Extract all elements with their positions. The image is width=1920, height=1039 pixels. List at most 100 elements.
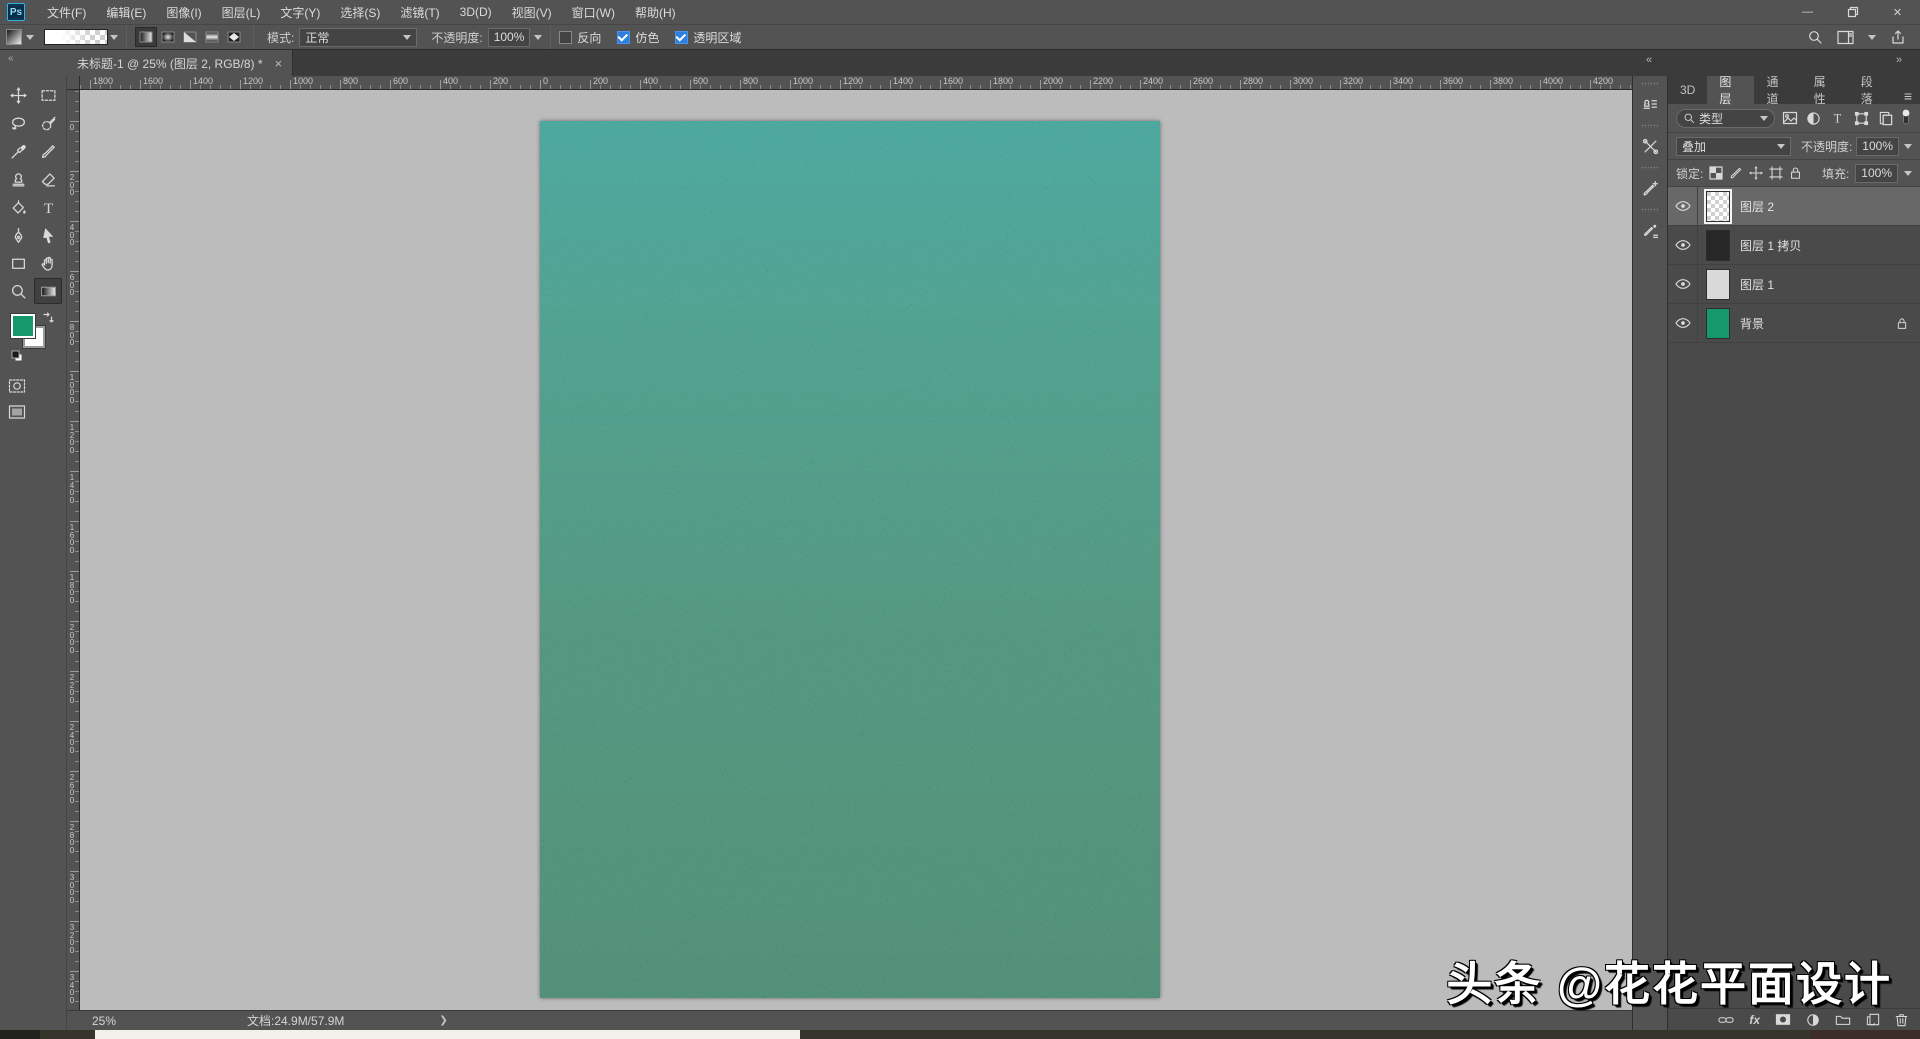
tool-preset-swatch[interactable]	[6, 29, 22, 45]
tab-layers[interactable]: 图层	[1707, 76, 1754, 104]
tool-rectangle[interactable]	[4, 250, 32, 276]
search-icon[interactable]	[1807, 29, 1823, 45]
minimize-button[interactable]: —	[1785, 0, 1830, 25]
diamond-gradient-button[interactable]	[223, 27, 245, 47]
new-layer-icon[interactable]	[1866, 1013, 1880, 1026]
menu-item[interactable]: 窗口(W)	[562, 0, 625, 25]
filtering-toggle[interactable]	[1900, 108, 1912, 129]
dock-drag-handle[interactable]	[1641, 208, 1659, 212]
reflected-gradient-button[interactable]	[201, 27, 223, 47]
tool-quick-select[interactable]	[34, 110, 62, 136]
tool-preset-chevron-icon[interactable]	[26, 35, 34, 40]
layer-visibility-toggle[interactable]	[1668, 226, 1698, 264]
tab-properties[interactable]: 属性	[1802, 76, 1849, 104]
zoom-level-field[interactable]: 25%	[92, 1014, 152, 1028]
layer-visibility-toggle[interactable]	[1668, 304, 1698, 342]
screen-mode-icon[interactable]	[8, 404, 26, 420]
canvas[interactable]	[540, 121, 1160, 998]
toolbar-collapse[interactable]: «	[0, 50, 67, 76]
reverse-checkbox[interactable]: 反向	[559, 29, 601, 46]
lock-all-icon[interactable]	[1789, 166, 1802, 180]
layer-blend-mode-select[interactable]: 叠加	[1676, 137, 1791, 156]
tool-brush[interactable]	[34, 138, 62, 164]
dockstrip-expand[interactable]: «	[1646, 54, 1650, 66]
layer-row[interactable]: 图层 1 拷贝	[1668, 226, 1920, 265]
lock-pixels-icon[interactable]	[1729, 166, 1743, 180]
layer-row[interactable]: 图层 2	[1668, 187, 1920, 226]
fill-input[interactable]: 100%	[1855, 164, 1898, 183]
gradient-editor-preview[interactable]	[44, 29, 108, 45]
tool-gradient[interactable]	[34, 278, 62, 304]
layer-visibility-toggle[interactable]	[1668, 187, 1698, 225]
filter-pixel-layers-button[interactable]	[1780, 109, 1799, 128]
filter-adjustment-layers-button[interactable]	[1804, 109, 1823, 128]
brush-presets-panel-button[interactable]	[1636, 216, 1664, 244]
tool-pen[interactable]	[4, 222, 32, 248]
layer-opacity-input[interactable]: 100%	[1856, 137, 1899, 156]
add-mask-icon[interactable]	[1775, 1013, 1791, 1026]
share-icon[interactable]	[1890, 29, 1906, 45]
tool-clone-stamp[interactable]	[4, 166, 32, 192]
default-colors-icon[interactable]	[11, 350, 23, 362]
swap-colors-icon[interactable]	[42, 312, 55, 325]
menu-item[interactable]: 选择(S)	[330, 0, 390, 25]
menu-item[interactable]: 3D(D)	[450, 0, 502, 25]
layer-thumbnail[interactable]	[1706, 308, 1730, 339]
status-options-arrow[interactable]: ❯	[439, 1015, 447, 1026]
tab-close-icon[interactable]: ×	[275, 56, 283, 71]
linear-gradient-button[interactable]	[135, 27, 157, 47]
delete-layer-icon[interactable]	[1895, 1013, 1908, 1027]
tool-type[interactable]: T	[34, 194, 62, 220]
tool-eyedropper[interactable]	[4, 138, 32, 164]
filter-type-select[interactable]: 类型	[1676, 109, 1775, 128]
menu-item[interactable]: 图像(I)	[156, 0, 211, 25]
layer-row[interactable]: 背景	[1668, 304, 1920, 343]
workspace-chevron-icon[interactable]	[1868, 35, 1876, 40]
new-group-icon[interactable]	[1835, 1013, 1851, 1026]
menu-item[interactable]: 文字(Y)	[270, 0, 330, 25]
foreground-color-swatch[interactable]	[11, 314, 35, 338]
clone-source-panel-button[interactable]	[1636, 90, 1664, 118]
menu-item[interactable]: 帮助(H)	[625, 0, 686, 25]
layer-row[interactable]: 图层 1	[1668, 265, 1920, 304]
dither-checkbox[interactable]: 仿色	[617, 29, 659, 46]
tool-presets-panel-button[interactable]	[1636, 132, 1664, 160]
dock-drag-handle[interactable]	[1641, 82, 1659, 86]
gradient-picker-chevron-icon[interactable]	[110, 35, 118, 40]
layer-thumbnail[interactable]	[1706, 230, 1730, 261]
tab-3d[interactable]: 3D	[1668, 76, 1707, 104]
ruler-horizontal[interactable]: 1800160014001200100080060040020002004006…	[80, 76, 1632, 90]
menu-item[interactable]: 视图(V)	[502, 0, 562, 25]
layer-style-icon[interactable]: fx	[1749, 1013, 1760, 1027]
layer-thumbnail[interactable]	[1706, 269, 1730, 300]
close-button[interactable]: ✕	[1875, 0, 1920, 25]
angle-gradient-button[interactable]	[179, 27, 201, 47]
filter-smart-objects-button[interactable]	[1876, 109, 1895, 128]
lock-artboard-icon[interactable]	[1769, 166, 1783, 180]
link-layers-icon[interactable]	[1718, 1014, 1734, 1026]
menu-item[interactable]: 滤镜(T)	[390, 0, 449, 25]
dock-drag-handle[interactable]	[1641, 124, 1659, 128]
filter-type-layers-button[interactable]: T	[1828, 109, 1847, 128]
opacity-chevron-icon[interactable]	[534, 35, 542, 40]
tool-path-select[interactable]	[34, 222, 62, 248]
tool-move[interactable]	[4, 82, 32, 108]
panel-menu-icon[interactable]: ≡	[1896, 88, 1920, 104]
tool-hand[interactable]	[34, 250, 62, 276]
tool-eraser[interactable]	[34, 166, 62, 192]
filter-shape-layers-button[interactable]	[1852, 109, 1871, 128]
tool-zoom[interactable]	[4, 278, 32, 304]
tab-channels[interactable]: 通道	[1754, 76, 1801, 104]
tool-paint-bucket[interactable]	[4, 194, 32, 220]
restore-button[interactable]	[1830, 0, 1875, 25]
adjustment-layer-icon[interactable]	[1806, 1013, 1820, 1027]
layer-thumbnail[interactable]	[1706, 191, 1730, 222]
tool-lasso[interactable]	[4, 110, 32, 136]
tool-marquee[interactable]	[34, 82, 62, 108]
ruler-origin-corner[interactable]	[67, 76, 80, 90]
menu-item[interactable]: 图层(L)	[212, 0, 271, 25]
dock-collapse[interactable]: »	[1896, 54, 1900, 66]
brush-settings-panel-button[interactable]	[1636, 174, 1664, 202]
menu-item[interactable]: 编辑(E)	[96, 0, 156, 25]
lock-position-icon[interactable]	[1749, 166, 1763, 180]
